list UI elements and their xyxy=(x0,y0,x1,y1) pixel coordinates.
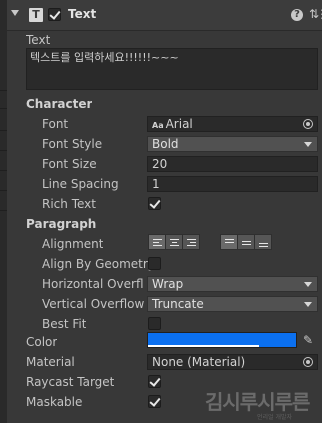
left-gutter xyxy=(0,0,7,423)
text-component-icon: T xyxy=(29,8,43,22)
paragraph-header: Paragraph xyxy=(26,217,97,231)
eyedropper-icon[interactable]: ✎ xyxy=(300,333,316,347)
vertical-overflow-label: Vertical Overflow xyxy=(42,297,145,311)
align-by-geometry-checkbox[interactable] xyxy=(148,257,161,270)
align-right-button[interactable] xyxy=(182,234,200,250)
object-picker-icon[interactable] xyxy=(303,119,313,129)
raycast-target-checkbox[interactable] xyxy=(148,375,161,388)
component-header[interactable]: T Text ? ⇅ ⋮ xyxy=(7,0,322,31)
material-label: Material xyxy=(26,355,75,369)
foldout-arrow-icon[interactable] xyxy=(11,10,19,16)
align-bottom-button[interactable] xyxy=(254,234,272,250)
line-spacing-input[interactable]: 1 xyxy=(147,176,318,192)
raycast-target-label: Raycast Target xyxy=(26,375,115,389)
watermark-subtext: 언리얼 개발자 xyxy=(257,414,293,421)
component-enabled-checkbox[interactable] xyxy=(48,8,61,21)
font-value: Arial xyxy=(165,117,193,131)
object-picker-icon[interactable] xyxy=(303,357,313,367)
align-center-button[interactable] xyxy=(165,234,183,250)
horizontal-overflow-dropdown[interactable]: Wrap xyxy=(147,276,318,292)
horizontal-overflow-value: Wrap xyxy=(152,277,184,291)
alignment-label: Alignment xyxy=(42,237,104,251)
font-style-dropdown[interactable]: Bold xyxy=(147,136,318,152)
best-fit-label: Best Fit xyxy=(42,317,87,331)
align-left-button[interactable] xyxy=(148,234,166,250)
material-field[interactable]: None (Material) xyxy=(147,354,318,370)
rich-text-label: Rich Text xyxy=(42,197,96,211)
component-title: Text xyxy=(68,7,97,21)
best-fit-checkbox[interactable] xyxy=(148,317,161,330)
material-value: None (Material) xyxy=(152,355,246,369)
align-middle-button[interactable] xyxy=(237,234,255,250)
chevron-down-icon xyxy=(304,302,312,307)
font-size-input[interactable]: 20 xyxy=(147,156,318,172)
vertical-overflow-dropdown[interactable]: Truncate xyxy=(147,296,318,312)
font-label: Font xyxy=(42,117,69,131)
watermark-text: 김시루시루른 xyxy=(205,390,310,414)
horizontal-alignment-group xyxy=(148,234,200,250)
maskable-label: Maskable xyxy=(26,395,83,409)
rich-text-checkbox[interactable] xyxy=(148,197,161,210)
font-asset-icon: Aa xyxy=(152,121,164,130)
font-style-value: Bold xyxy=(152,137,179,151)
color-label: Color xyxy=(26,335,58,349)
vertical-alignment-group xyxy=(220,234,272,250)
vertical-overflow-value: Truncate xyxy=(152,297,204,311)
character-header: Character xyxy=(26,97,93,111)
context-menu-icon[interactable]: ⋮ xyxy=(316,7,322,21)
text-input[interactable]: 텍스트를 입력하세요!!!!!!~~~ xyxy=(26,48,318,90)
horizontal-overflow-label: Horizontal Overflow xyxy=(42,277,144,291)
maskable-checkbox[interactable] xyxy=(148,395,161,408)
chevron-down-icon xyxy=(304,142,312,147)
line-spacing-label: Line Spacing xyxy=(42,177,119,191)
color-alpha-bar xyxy=(148,345,259,347)
help-icon[interactable]: ? xyxy=(291,9,303,21)
text-label: Text xyxy=(26,33,51,47)
color-field[interactable] xyxy=(147,332,297,348)
font-field[interactable]: Aa Arial xyxy=(147,116,318,132)
font-size-label: Font Size xyxy=(42,157,97,171)
font-style-label: Font Style xyxy=(42,137,103,151)
chevron-down-icon xyxy=(304,282,312,287)
align-by-geometry-label: Align By Geometry xyxy=(42,257,155,271)
align-top-button[interactable] xyxy=(220,234,238,250)
